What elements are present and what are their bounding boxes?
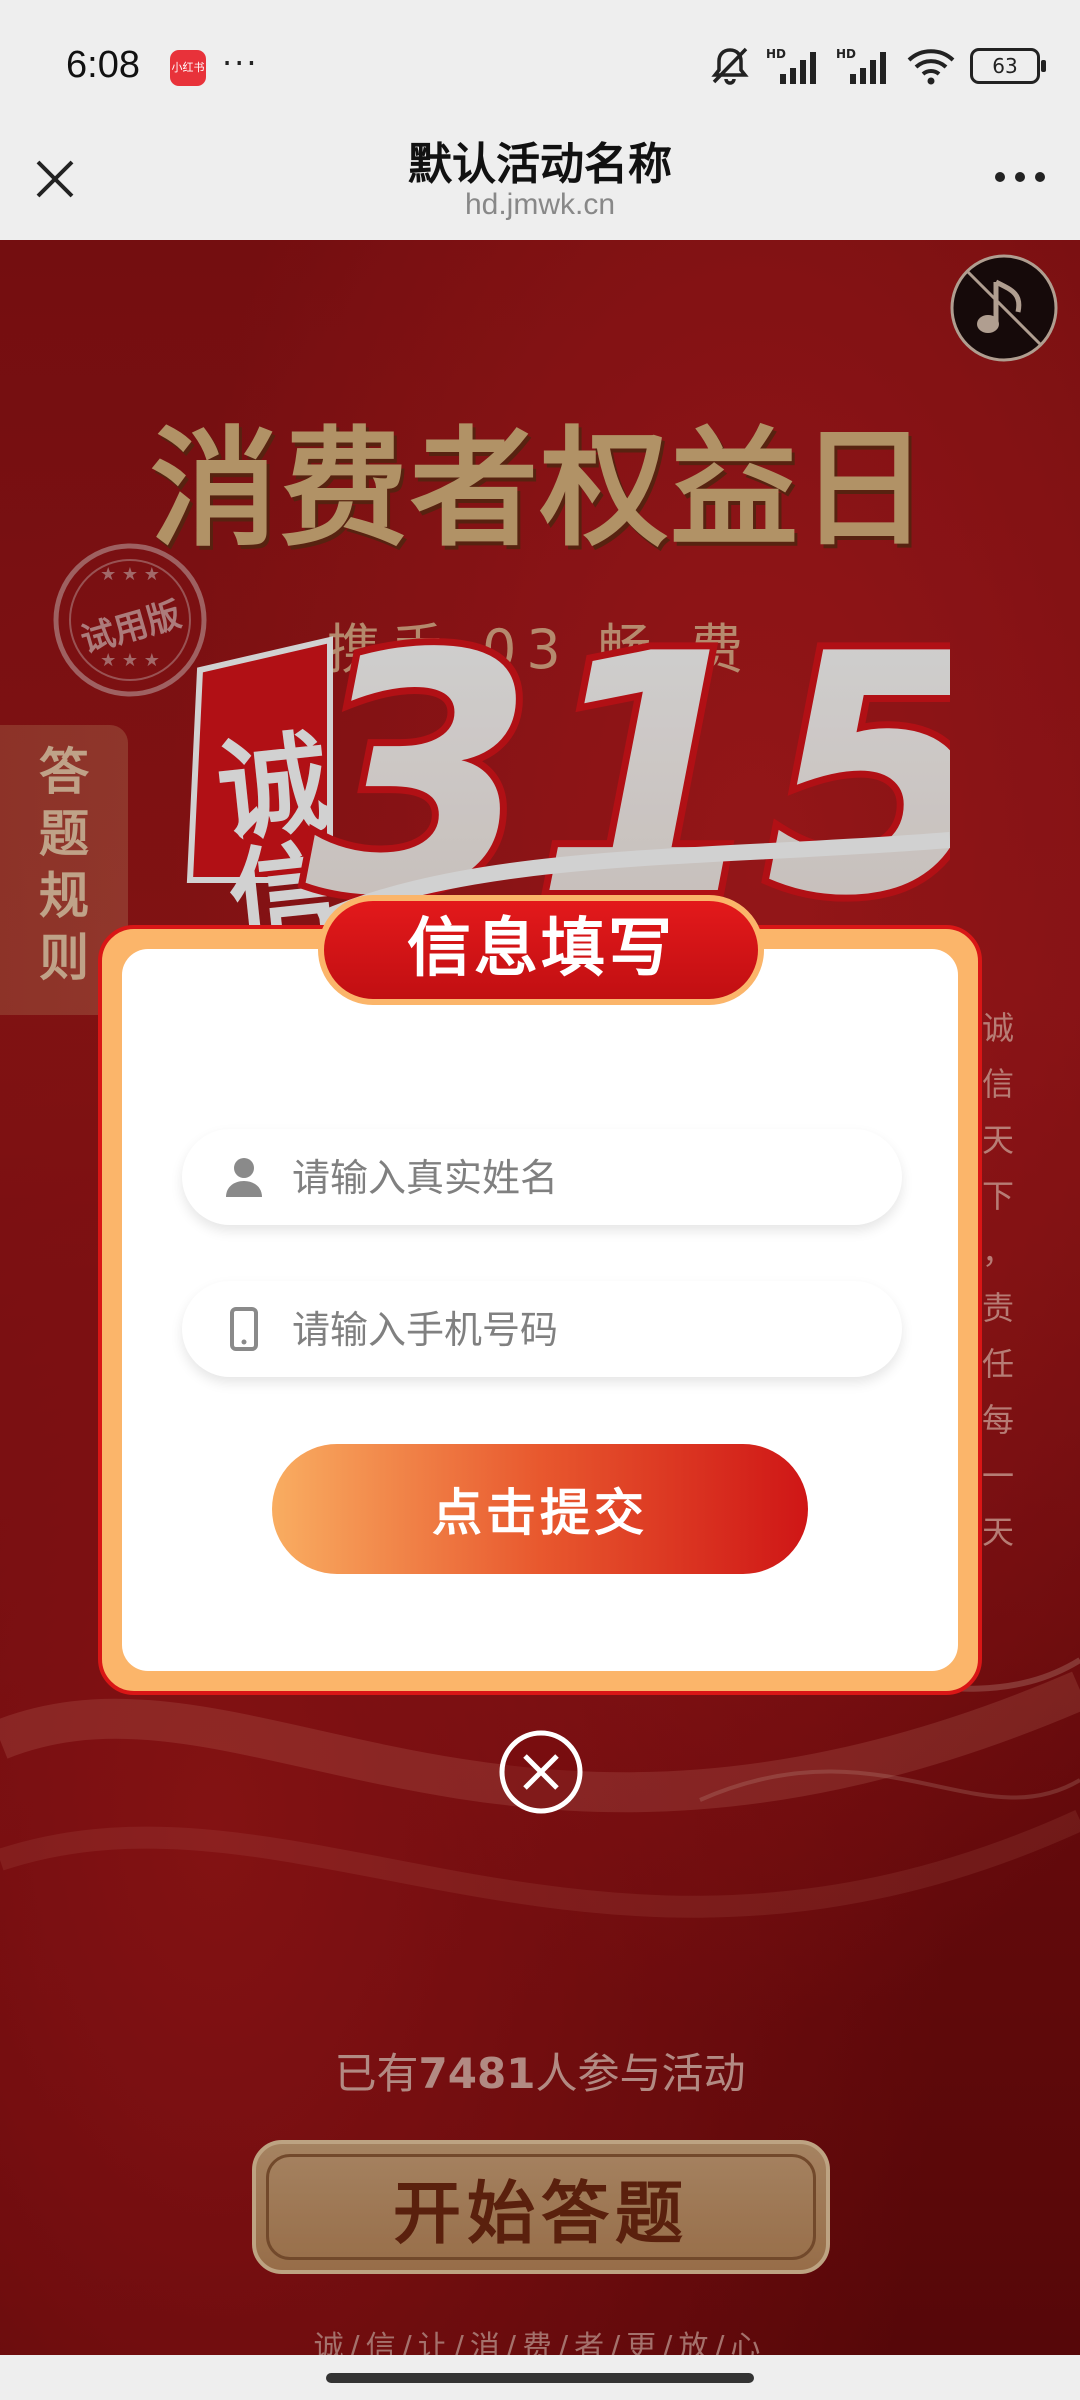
home-indicator[interactable] (326, 2373, 754, 2383)
browser-title-bar: 默认活动名称 hd.jmwk.cn (0, 138, 1080, 240)
phone-icon (230, 1307, 258, 1351)
user-icon (226, 1158, 262, 1197)
name-input[interactable] (290, 1147, 874, 1209)
svg-text:HD: HD (836, 47, 856, 61)
name-field[interactable] (182, 1129, 902, 1225)
page-title: 默认活动名称 (408, 139, 672, 190)
status-time: 6:08 (66, 44, 140, 86)
status-bar: 6:08 小红书 ··· HD HD 63 (0, 0, 1080, 138)
phone-field[interactable] (182, 1281, 902, 1377)
modal-title: 信息填写 (318, 895, 764, 1005)
phone-input[interactable] (290, 1299, 874, 1361)
status-overflow-icon: ··· (222, 44, 259, 82)
battery-icon: 63 (970, 48, 1046, 84)
system-nav-bar (0, 2355, 1080, 2400)
more-options-icon[interactable] (990, 162, 1050, 192)
signal-hd-icon: HD (766, 47, 816, 84)
submit-button[interactable]: 点击提交 (272, 1444, 808, 1574)
mute-icon (711, 47, 749, 85)
page-domain: hd.jmwk.cn (464, 188, 616, 221)
modal-close-icon[interactable] (496, 1727, 586, 1817)
app-notification-icon: 小红书 (170, 50, 206, 86)
info-form-modal: 点击提交 信息填写 (98, 895, 982, 1695)
status-icons: HD HD 63 (708, 46, 1046, 86)
svg-text:HD: HD (766, 47, 786, 61)
signal-hd-icon-2: HD (836, 47, 886, 84)
info-form-body: 点击提交 (122, 949, 958, 1671)
wifi-icon (907, 49, 955, 85)
